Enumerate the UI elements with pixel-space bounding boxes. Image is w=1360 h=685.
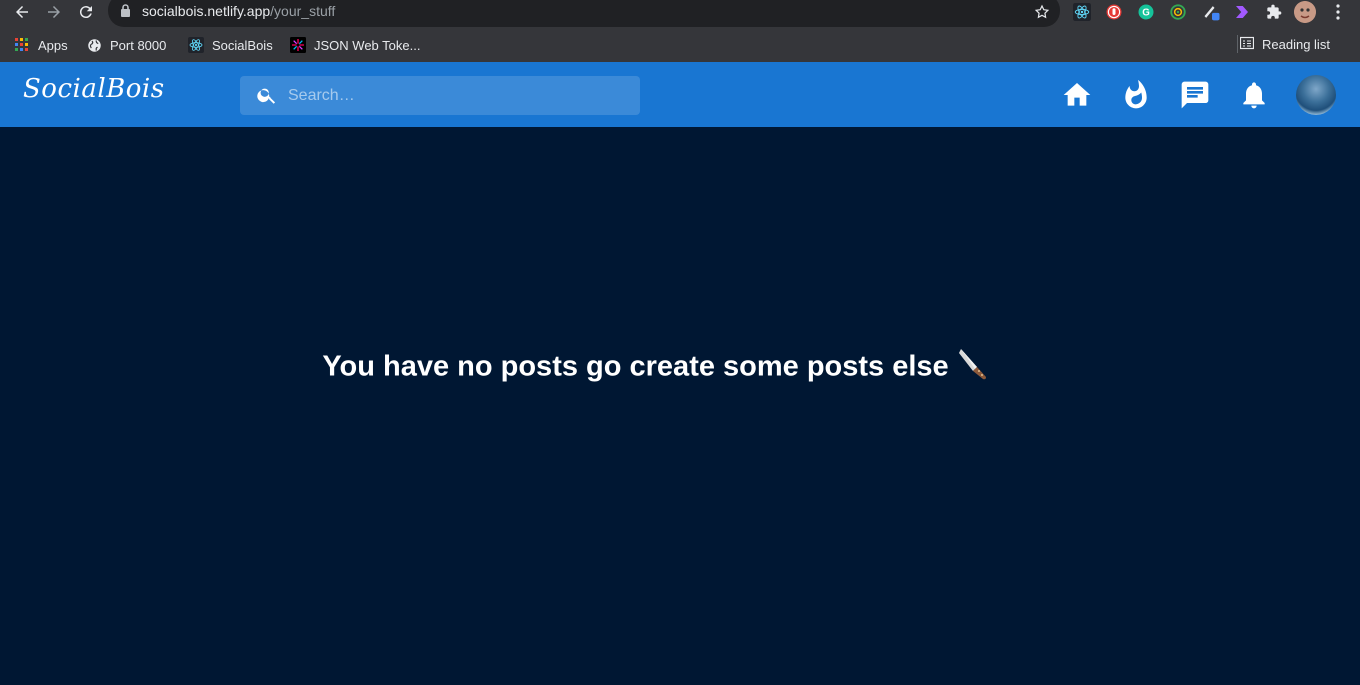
react-icon [188, 37, 204, 53]
reading-list-button[interactable]: Reading list [1237, 35, 1330, 53]
search-icon [256, 84, 278, 106]
globe-icon [86, 37, 102, 53]
bookmarks-bar: Apps Port 8000 SocialBois JSON Web Toke.… [0, 32, 1360, 58]
bookmark-label: Port 8000 [110, 37, 167, 53]
bookmark-socialbois[interactable]: SocialBois [188, 36, 273, 54]
chat-icon[interactable] [1178, 78, 1212, 112]
empty-state-text: You have no posts go create some posts e… [322, 350, 949, 383]
search-input[interactable] [288, 76, 628, 115]
reload-icon[interactable] [74, 0, 98, 24]
url-text: socialbois.netlify.app/your_stuff [142, 3, 335, 19]
reading-list-icon [1239, 36, 1255, 53]
brand-logo[interactable]: SocialBois [23, 74, 165, 104]
forward-arrow-icon[interactable] [42, 0, 66, 24]
bookmark-apps[interactable]: Apps [14, 36, 68, 54]
puzzle-extensions-icon[interactable] [1264, 2, 1284, 22]
star-bookmark-icon[interactable] [1032, 2, 1052, 22]
adblock-icon[interactable] [1104, 2, 1124, 22]
knife-icon [955, 347, 989, 389]
home-icon[interactable] [1060, 78, 1094, 112]
target-extension-icon[interactable] [1168, 2, 1188, 22]
url-host: socialbois.netlify.app [142, 3, 271, 19]
lock-icon [120, 4, 131, 22]
notifications-icon[interactable] [1237, 78, 1271, 112]
pen-extension-icon[interactable] [1202, 2, 1222, 22]
bookmark-label: JSON Web Toke... [314, 37, 421, 53]
grammarly-icon[interactable]: G [1136, 2, 1156, 22]
profile-avatar-icon[interactable] [1294, 1, 1316, 23]
main-content: You have no posts go create some posts e… [0, 127, 1360, 685]
user-avatar[interactable] [1296, 75, 1336, 115]
browser-toolbar: socialbois.netlify.app/your_stuff G [0, 0, 1360, 27]
search-bar[interactable] [240, 76, 640, 115]
bookmark-jwt[interactable]: JSON Web Toke... [290, 36, 420, 54]
back-arrow-icon[interactable] [10, 0, 34, 24]
url-path: /your_stuff [270, 3, 336, 19]
svg-text:G: G [1142, 7, 1150, 18]
bookmark-label: Apps [38, 37, 68, 53]
bookmark-port-8000[interactable]: Port 8000 [86, 36, 166, 54]
react-devtools-icon[interactable] [1072, 2, 1092, 22]
app-header: SocialBois [0, 62, 1360, 127]
jwt-icon [290, 37, 306, 53]
apps-grid-icon [14, 37, 30, 53]
purple-extension-icon[interactable] [1232, 2, 1252, 22]
whatshot-icon[interactable] [1119, 78, 1153, 112]
browser-chrome: socialbois.netlify.app/your_stuff G Apps… [0, 0, 1360, 62]
kebab-menu-icon[interactable] [1328, 2, 1348, 22]
empty-state-message: You have no posts go create some posts e… [0, 347, 1311, 389]
reading-list-label: Reading list [1262, 37, 1330, 52]
bookmark-label: SocialBois [212, 37, 273, 53]
